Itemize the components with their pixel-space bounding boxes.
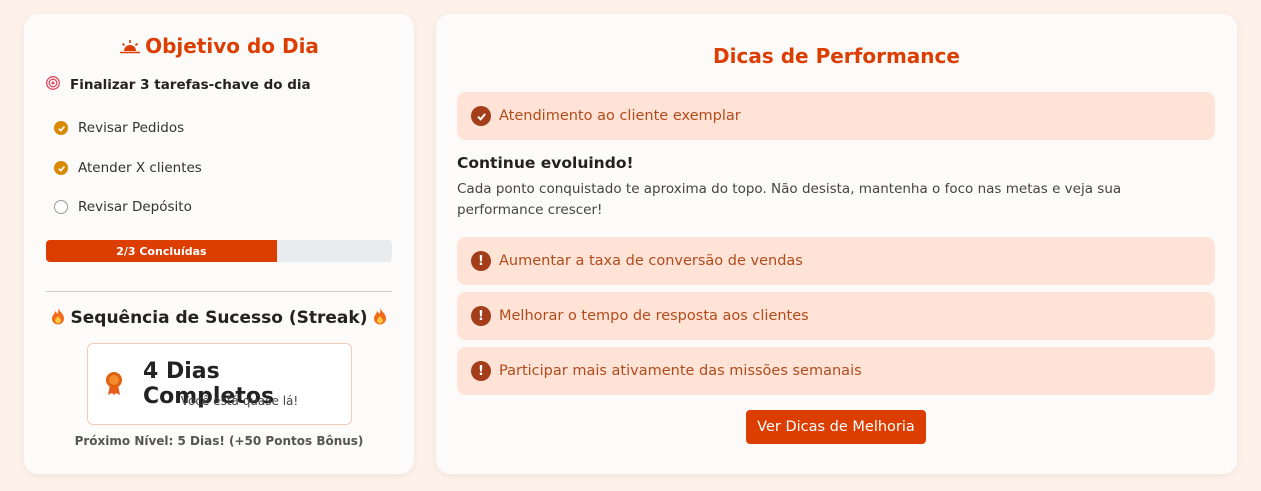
progress-fill: 2/3 Concluídas bbox=[46, 240, 277, 262]
check-icon bbox=[54, 161, 68, 175]
fire-icon bbox=[51, 308, 71, 328]
target-icon bbox=[46, 76, 60, 94]
tip-text: Aumentar a taxa de conversão de vendas bbox=[499, 253, 803, 269]
next-level-text: Próximo Nível: 5 Dias! (+50 Pontos Bônus… bbox=[74, 434, 364, 448]
task-item[interactable]: Revisar Pedidos bbox=[54, 120, 184, 136]
exclamation-icon: ! bbox=[471, 251, 491, 271]
empty-circle-icon bbox=[54, 200, 68, 214]
achievement-text: Atendimento ao cliente exemplar bbox=[499, 108, 741, 124]
task-label: Revisar Depósito bbox=[78, 199, 192, 215]
progress-bar: 2/3 Concluídas bbox=[46, 240, 392, 262]
daily-goal-heading: Objetivo do Dia bbox=[24, 34, 414, 60]
daily-goal-title: Objetivo do Dia bbox=[145, 34, 319, 58]
check-circle-icon bbox=[471, 106, 491, 126]
task-item[interactable]: Revisar Depósito bbox=[54, 199, 192, 215]
daily-goal-card: Objetivo do Dia Finalizar 3 tarefas-chav… bbox=[24, 14, 414, 474]
goal-text: Finalizar 3 tarefas-chave do dia bbox=[70, 77, 311, 93]
evolve-text: Cada ponto conquistado te aproxima do to… bbox=[457, 181, 1122, 218]
streak-subtitle: Você está quase lá! bbox=[180, 394, 299, 408]
check-icon bbox=[54, 121, 68, 135]
improvement-tips-button[interactable]: Ver Dicas de Melhoria bbox=[746, 410, 926, 444]
divider bbox=[46, 291, 392, 292]
tip-item: ! Aumentar a taxa de conversão de vendas bbox=[457, 237, 1215, 285]
streak-title: Sequência de Sucesso (Streak) bbox=[70, 308, 368, 328]
exclamation-icon: ! bbox=[471, 306, 491, 326]
achievement-item: Atendimento ao cliente exemplar bbox=[457, 92, 1215, 140]
tip-text: Melhorar o tempo de resposta aos cliente… bbox=[499, 308, 809, 324]
evolve-title: Continue evoluindo! bbox=[457, 154, 634, 172]
streak-box: 4 Dias Completos Você está quase lá! bbox=[87, 343, 352, 425]
streak-heading: Sequência de Sucesso (Streak) bbox=[24, 307, 414, 328]
task-label: Revisar Pedidos bbox=[78, 120, 185, 136]
sunrise-icon bbox=[119, 36, 141, 60]
task-label: Atender X clientes bbox=[78, 160, 202, 176]
performance-card: Dicas de Performance Atendimento ao clie… bbox=[436, 14, 1237, 474]
tip-item: ! Participar mais ativamente das missões… bbox=[457, 347, 1215, 395]
fire-icon bbox=[373, 308, 387, 328]
task-item[interactable]: Atender X clientes bbox=[54, 160, 202, 176]
tip-text: Participar mais ativamente das missões s… bbox=[499, 363, 862, 379]
tip-item: ! Melhorar o tempo de resposta aos clien… bbox=[457, 292, 1215, 340]
performance-title: Dicas de Performance bbox=[713, 44, 960, 68]
goal-line: Finalizar 3 tarefas-chave do dia bbox=[46, 76, 311, 94]
exclamation-icon: ! bbox=[471, 361, 491, 381]
